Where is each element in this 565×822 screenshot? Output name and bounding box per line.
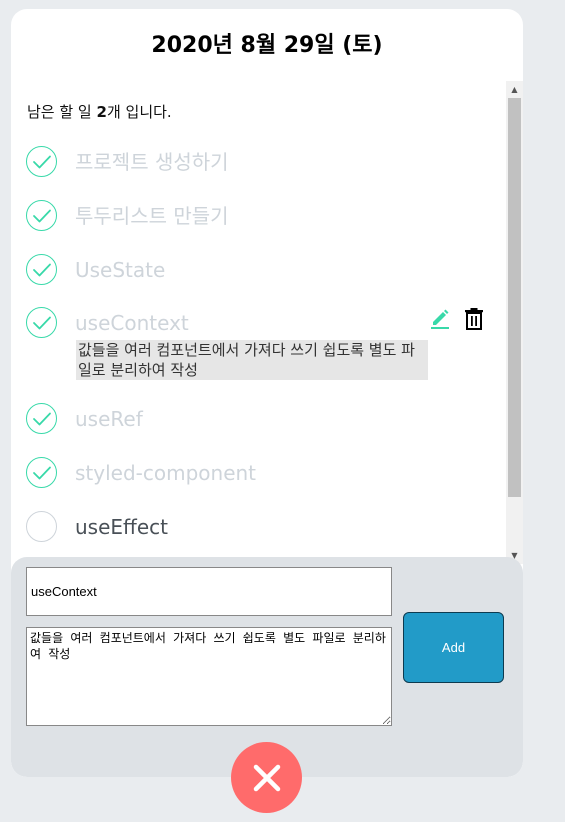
remaining-count: 남은 할 일 2개 입니다.	[27, 101, 172, 122]
todo-text[interactable]: useRef	[75, 407, 143, 431]
scroll-thumb[interactable]	[508, 98, 521, 497]
close-icon	[253, 764, 280, 791]
check-icon	[32, 316, 51, 329]
todo-description: 값들을 여러 컴포넌트에서 가져다 쓰기 쉽도록 별도 파일로 분리하여 작성	[76, 340, 428, 380]
scroll-up-arrow-icon[interactable]: ▲	[506, 81, 523, 98]
todo-check-button[interactable]	[26, 146, 57, 177]
check-icon	[32, 263, 51, 276]
todo-card: 2020년 8월 29일 (토) 남은 할 일 2개 입니다. 프로젝트 생성하…	[11, 9, 523, 777]
todo-list: 남은 할 일 2개 입니다. 프로젝트 생성하기 투두리스트 만들기 UseSt…	[11, 81, 523, 564]
todo-check-button[interactable]	[26, 511, 57, 542]
todo-text[interactable]: 투두리스트 만들기	[75, 204, 229, 228]
check-icon	[32, 412, 51, 425]
todo-check-button[interactable]	[26, 457, 57, 488]
date-header: 2020년 8월 29일 (토)	[151, 33, 383, 58]
todo-description-input[interactable]: 값들을 여러 컴포넌트에서 가져다 쓰기 쉽도록 별도 파일로 분리하여 작성	[26, 627, 392, 726]
delete-button[interactable]	[463, 307, 485, 331]
todo-check-button[interactable]	[26, 307, 57, 338]
check-icon	[32, 466, 51, 479]
edit-button[interactable]	[429, 307, 451, 329]
add-button[interactable]: Add	[403, 612, 504, 683]
close-form-button[interactable]	[231, 742, 302, 813]
todo-check-button[interactable]	[26, 403, 57, 434]
todo-check-button[interactable]	[26, 200, 57, 231]
todo-title-input[interactable]	[26, 567, 392, 616]
todo-text[interactable]: useEffect	[75, 515, 168, 539]
remaining-number: 2	[96, 103, 107, 121]
remaining-prefix: 남은 할 일	[27, 103, 97, 121]
remaining-suffix: 개 입니다.	[106, 103, 172, 121]
trash-icon	[465, 308, 483, 330]
todo-text[interactable]: styled-component	[75, 461, 256, 485]
pencil-icon	[431, 309, 449, 329]
check-icon	[32, 155, 51, 168]
todo-check-button[interactable]	[26, 254, 57, 285]
todo-text[interactable]: UseState	[75, 258, 165, 282]
todo-text[interactable]: useContext	[75, 311, 189, 335]
check-icon	[32, 209, 51, 222]
todo-text[interactable]: 프로젝트 생성하기	[75, 150, 229, 174]
scrollbar[interactable]: ▲ ▼	[506, 81, 523, 564]
